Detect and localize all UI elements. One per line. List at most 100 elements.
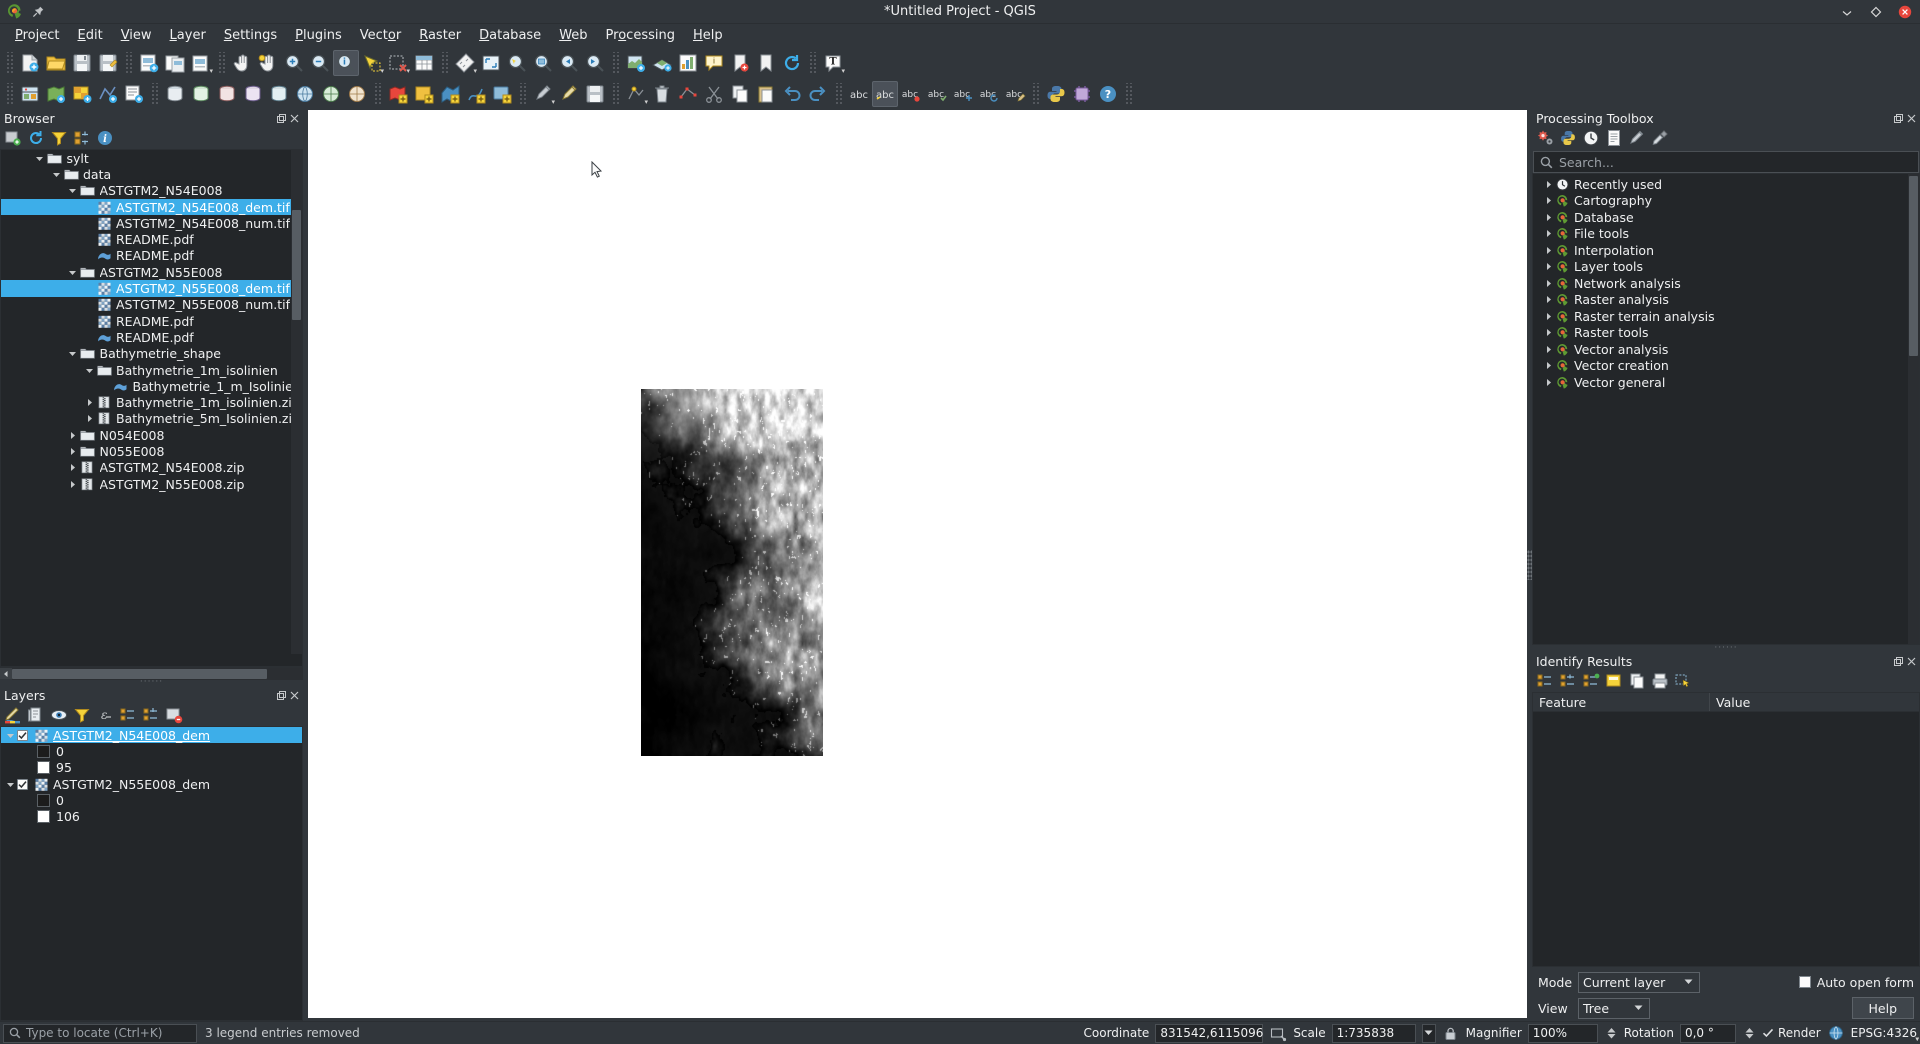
new-geopackage-layer-button[interactable] [411, 81, 437, 107]
chevron-down-icon[interactable] [49, 167, 63, 181]
processing-group-item[interactable]: Raster terrain analysis [1533, 308, 1919, 325]
browser-tree-item[interactable]: ASTGTM2_N54E008.zip [1, 460, 302, 476]
column-header-value[interactable]: Value [1709, 693, 1919, 711]
processing-group-item[interactable]: Layer tools [1533, 259, 1919, 276]
processing-group-item[interactable]: Vector general [1533, 374, 1919, 391]
map-canvas-area[interactable] [303, 109, 1532, 1021]
layer-legend-entry[interactable]: 0 [1, 743, 302, 759]
print-icon[interactable] [1651, 672, 1669, 690]
node-tool-button[interactable] [675, 81, 701, 107]
browser-tree-item[interactable]: ASTGTM2_N55E008_num.tif [1, 297, 302, 313]
rotation-spinner[interactable] [1745, 1028, 1756, 1039]
refresh-icon[interactable] [27, 129, 45, 147]
chevron-down-icon[interactable] [3, 777, 17, 791]
close-panel-icon[interactable] [1907, 657, 1916, 666]
save-project-button[interactable] [69, 50, 95, 76]
panel-splitter[interactable]: ······ [0, 679, 303, 686]
processing-scroll-thumb[interactable] [1909, 176, 1918, 356]
toolbar-grip[interactable] [611, 52, 620, 74]
processing-group-item[interactable]: Raster analysis [1533, 292, 1919, 309]
processing-group-item[interactable]: Raster tools [1533, 325, 1919, 342]
layer-visibility-checkbox[interactable] [17, 779, 28, 790]
expression-filter-icon[interactable]: ε ▾ [96, 706, 114, 724]
float-panel-icon[interactable] [277, 114, 286, 123]
toolbar-grip[interactable] [124, 52, 133, 74]
new-3d-map-view-button[interactable] [649, 50, 675, 76]
label-abc-button[interactable]: abc [846, 81, 872, 107]
processing-group-item[interactable]: Interpolation [1533, 242, 1919, 259]
menu-database[interactable]: Database [470, 26, 550, 45]
browser-tree-item[interactable]: Bathymetrie_shape [1, 346, 302, 362]
lock-scale-icon[interactable] [1442, 1024, 1460, 1042]
deselect-features-button[interactable]: ▾ [385, 50, 411, 76]
float-panel-icon[interactable] [1894, 114, 1903, 123]
chevron-right-icon[interactable] [1541, 359, 1555, 373]
chevron-right-icon[interactable] [1541, 293, 1555, 307]
menu-web[interactable]: Web [550, 26, 596, 45]
coordinate-value[interactable]: 831542,6115096 [1155, 1024, 1263, 1043]
new-virtual-layer-button[interactable] [489, 81, 515, 107]
browser-tree-item[interactable]: README.pdf [1, 329, 302, 345]
menu-vector[interactable]: Vector [351, 26, 410, 45]
chevron-right-icon[interactable] [1541, 260, 1555, 274]
scale-value[interactable]: 1:735838 [1332, 1024, 1416, 1043]
measure-button[interactable]: ▾ [452, 50, 478, 76]
properties-info-icon[interactable]: i [96, 129, 114, 147]
browser-tree-item[interactable]: ASTGTM2_N54E008_dem.tif [1, 199, 302, 215]
menu-view[interactable]: View [112, 26, 161, 45]
collapse-all-icon[interactable] [73, 129, 91, 147]
render-checkbox[interactable]: Render [1762, 1026, 1821, 1040]
globe-icon[interactable] [1827, 1024, 1845, 1042]
processing-group-item[interactable]: File tools [1533, 226, 1919, 243]
right-panel-splitter[interactable]: ······ [1532, 645, 1920, 652]
add-wms-layer-button[interactable] [292, 81, 318, 107]
processing-tree[interactable]: Recently usedCartographyDatabaseFile too… [1532, 173, 1920, 645]
chevron-right-icon[interactable] [1541, 342, 1555, 356]
processing-search-input[interactable]: Search... [1533, 151, 1919, 173]
manage-visibility-icon[interactable] [50, 706, 68, 724]
processing-group-item[interactable]: Network analysis [1533, 275, 1919, 292]
browser-tree-item[interactable]: README.pdf [1, 313, 302, 329]
scale-dropdown[interactable] [1422, 1024, 1436, 1043]
add-mesh-layer-button[interactable] [95, 81, 121, 107]
layer-list-item[interactable]: ASTGTM2_N54E008_dem [1, 727, 302, 743]
highlight-icon[interactable] [1605, 672, 1623, 690]
mode-select[interactable]: Current layer [1578, 972, 1700, 993]
zoom-last-button[interactable] [556, 50, 582, 76]
add-postgis-layer-button[interactable] [162, 81, 188, 107]
cut-features-button[interactable] [701, 81, 727, 107]
chevron-right-icon[interactable] [1541, 243, 1555, 257]
zoom-next-button[interactable] [582, 50, 608, 76]
chevron-right-icon[interactable] [1541, 210, 1555, 224]
menu-layer[interactable]: Layer [161, 26, 215, 45]
pin-icon[interactable] [31, 5, 45, 19]
menu-project[interactable]: Project [6, 26, 69, 45]
identify-results-table[interactable]: Feature Value [1532, 692, 1920, 967]
add-vector-layer-button[interactable] [43, 81, 69, 107]
close-panel-icon[interactable] [290, 114, 299, 123]
toolbar-grip[interactable] [217, 52, 226, 74]
zoom-full-button[interactable] [478, 50, 504, 76]
add-raster-layer-button[interactable] [69, 81, 95, 107]
crs-label[interactable]: EPSG:4326 [1851, 1026, 1917, 1040]
help-button[interactable]: ? [1095, 81, 1121, 107]
zoom-to-selection-button[interactable] [504, 50, 530, 76]
browser-tree-item[interactable]: ASTGTM2_N55E008.zip [1, 476, 302, 492]
browser-tree-item[interactable]: data [1, 166, 302, 182]
chevron-down-icon[interactable] [66, 265, 80, 279]
processing-group-item[interactable]: Recently used [1533, 176, 1919, 193]
undo-button[interactable] [779, 81, 805, 107]
chevron-right-icon[interactable] [1541, 375, 1555, 389]
magnifier-spinner[interactable] [1607, 1028, 1618, 1039]
select-features-icon[interactable]: ▾ [1674, 672, 1692, 690]
chevron-right-icon[interactable] [66, 477, 80, 491]
chevron-right-icon[interactable] [1541, 194, 1555, 208]
close-panel-icon[interactable] [290, 691, 299, 700]
scroll-left-icon[interactable] [0, 668, 12, 680]
copy-icon[interactable] [1628, 672, 1646, 690]
chevron-right-icon[interactable] [1541, 227, 1555, 241]
toolbar-grip[interactable] [518, 83, 527, 105]
processing-vertical-scrollbar[interactable] [1908, 174, 1919, 644]
chevron-down-icon[interactable] [66, 184, 80, 198]
redo-button[interactable] [805, 81, 831, 107]
